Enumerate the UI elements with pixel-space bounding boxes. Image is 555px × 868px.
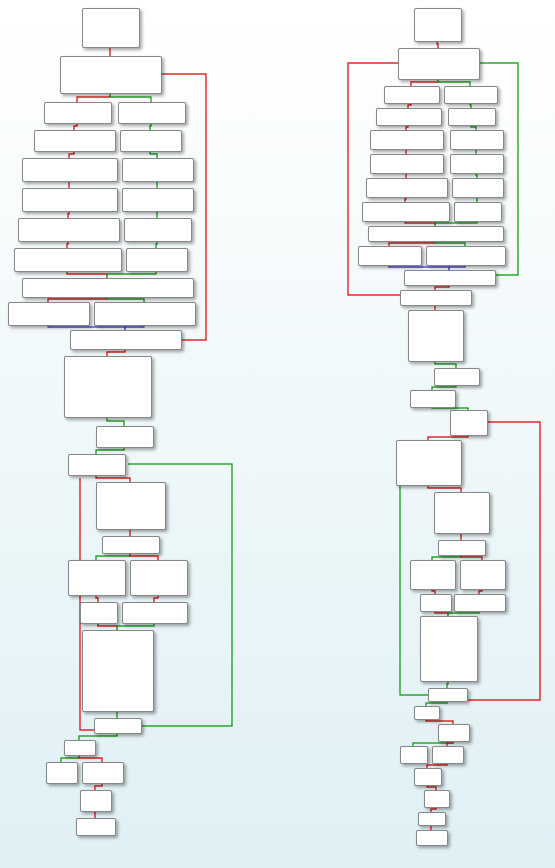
node-L20 — [94, 718, 142, 734]
node-L15 — [96, 482, 166, 530]
node-R30 — [416, 830, 448, 846]
node-L5a — [22, 158, 118, 182]
node-R8b — [454, 202, 502, 222]
node-L9 — [22, 278, 194, 298]
node-L22a — [46, 762, 78, 784]
node-R2 — [398, 48, 480, 80]
node-L3b — [118, 102, 186, 124]
node-L16 — [102, 536, 160, 554]
node-R4b — [448, 108, 496, 126]
node-R25 — [438, 724, 470, 742]
node-R14 — [434, 368, 480, 386]
node-R27 — [414, 768, 442, 786]
node-L21 — [64, 740, 96, 756]
node-L12 — [64, 356, 152, 418]
node-R26a — [400, 746, 428, 764]
node-R29 — [418, 812, 446, 826]
node-L4a — [34, 130, 116, 152]
node-L10b — [94, 302, 196, 326]
node-L8a — [14, 248, 122, 272]
node-R7a — [366, 178, 448, 198]
node-R15 — [410, 390, 456, 408]
node-L24 — [76, 818, 116, 836]
node-R16 — [450, 410, 488, 436]
node-L17b — [130, 560, 188, 596]
node-L4b — [120, 130, 182, 152]
node-L22b — [82, 762, 124, 784]
node-R3a — [384, 86, 440, 104]
node-R6a — [370, 154, 444, 174]
node-L17a — [68, 560, 126, 596]
node-R12 — [400, 290, 472, 306]
node-R10b — [426, 246, 506, 266]
node-L7b — [124, 218, 192, 242]
node-layer — [0, 0, 555, 868]
node-L18b — [122, 602, 188, 624]
node-R17 — [396, 440, 462, 486]
node-R11 — [404, 270, 496, 286]
node-R22 — [420, 616, 478, 682]
node-L2 — [60, 56, 162, 94]
node-R21b — [454, 594, 506, 612]
node-R26b — [432, 746, 464, 764]
node-L1 — [82, 8, 140, 48]
node-R10a — [358, 246, 422, 266]
node-L6a — [22, 188, 118, 212]
node-R18 — [434, 492, 490, 534]
node-R21a — [420, 594, 452, 612]
node-R13 — [408, 310, 464, 362]
node-L8b — [126, 248, 188, 272]
node-L3a — [44, 102, 112, 124]
node-L13 — [96, 426, 154, 448]
node-R20a — [410, 560, 456, 590]
node-R9 — [368, 226, 504, 242]
node-L10a — [8, 302, 90, 326]
node-R6b — [450, 154, 504, 174]
node-R7b — [452, 178, 504, 198]
node-R23 — [428, 688, 468, 702]
node-L14 — [68, 454, 126, 476]
node-L11 — [70, 330, 182, 350]
node-R19 — [438, 540, 486, 556]
node-R5a — [370, 130, 444, 150]
node-L6b — [122, 188, 194, 212]
node-R1 — [414, 8, 462, 42]
node-R5b — [450, 130, 504, 150]
node-L19 — [82, 630, 154, 712]
node-L5b — [122, 158, 194, 182]
node-L7a — [18, 218, 120, 242]
node-R24 — [414, 706, 440, 720]
node-L23 — [80, 790, 112, 812]
node-R28 — [424, 790, 450, 808]
node-R3b — [444, 86, 498, 104]
node-L18a — [80, 602, 118, 624]
node-R8a — [362, 202, 450, 222]
node-R20b — [460, 560, 506, 590]
node-R4a — [376, 108, 442, 126]
